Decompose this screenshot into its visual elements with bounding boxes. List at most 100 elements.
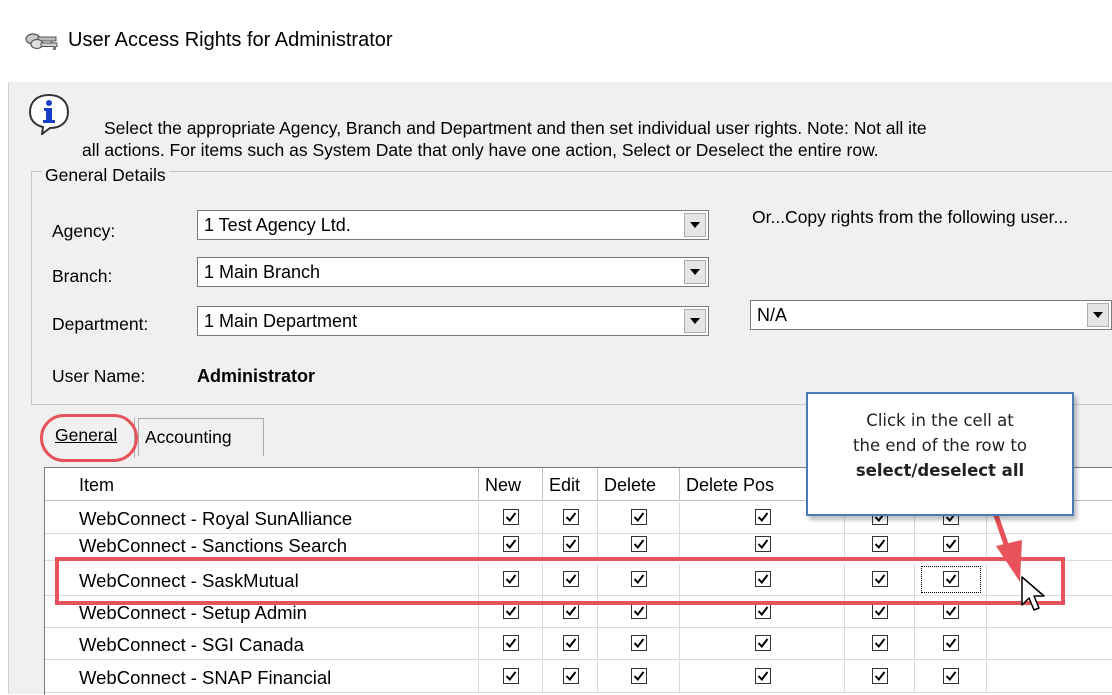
checkbox[interactable]: [872, 635, 888, 651]
checkmark-icon: [757, 606, 769, 617]
branch-dropdown-button[interactable]: [684, 260, 706, 284]
checkbox[interactable]: [872, 603, 888, 619]
rights-cell[interactable]: [915, 628, 987, 659]
rights-cell[interactable]: [543, 661, 598, 692]
checkbox[interactable]: [631, 536, 647, 552]
copy-rights-dropdown-button[interactable]: [1087, 303, 1109, 327]
checkmark-icon: [874, 539, 886, 550]
window-title: User Access Rights for Administrator: [68, 29, 393, 51]
checkbox[interactable]: [755, 635, 771, 651]
checkmark-icon: [874, 638, 886, 649]
column-header-delete[interactable]: Delete: [598, 468, 680, 501]
checkbox[interactable]: [755, 509, 771, 525]
tab-accounting[interactable]: Accounting: [138, 418, 264, 456]
column-header-item[interactable]: Item: [45, 468, 479, 501]
row-select-all-cell[interactable]: [987, 661, 1112, 692]
checkmark-icon: [565, 638, 577, 649]
checkmark-icon: [565, 606, 577, 617]
rights-cell[interactable]: [598, 661, 680, 692]
checkbox[interactable]: [755, 603, 771, 619]
checkmark-icon: [505, 512, 517, 523]
instructions-line-1: Select the appropriate Agency, Branch an…: [104, 118, 927, 138]
item-cell[interactable]: WebConnect - SGI Canada: [45, 628, 479, 659]
branch-select[interactable]: 1 Main Branch: [197, 257, 709, 287]
rights-cell[interactable]: [479, 628, 543, 659]
rights-cell[interactable]: [845, 661, 915, 692]
checkmark-icon: [633, 638, 645, 649]
checkbox[interactable]: [872, 668, 888, 684]
checkbox[interactable]: [503, 536, 519, 552]
table-row[interactable]: WebConnect - SGI Canada: [45, 628, 1112, 660]
item-name: WebConnect - SNAP Financial: [79, 667, 332, 688]
rights-cell[interactable]: [598, 628, 680, 659]
department-label: Department:: [52, 314, 149, 334]
checkbox[interactable]: [503, 668, 519, 684]
branch-value: 1 Main Branch: [204, 262, 321, 282]
checkbox[interactable]: [631, 509, 647, 525]
department-select[interactable]: 1 Main Department: [197, 306, 709, 336]
checkbox[interactable]: [563, 509, 579, 525]
checkbox[interactable]: [631, 603, 647, 619]
chevron-down-icon: [690, 269, 700, 275]
rights-cell[interactable]: [543, 529, 598, 560]
checkmark-icon: [945, 606, 957, 617]
rights-cell[interactable]: [479, 661, 543, 692]
chevron-down-icon: [1093, 312, 1103, 318]
checkmark-icon: [757, 638, 769, 649]
copy-rights-select[interactable]: N/A: [750, 300, 1112, 330]
checkmark-icon: [565, 539, 577, 550]
checkbox[interactable]: [563, 668, 579, 684]
instruction-callout: Click in the cell at the end of the row …: [806, 392, 1074, 516]
agency-dropdown-button[interactable]: [684, 213, 706, 237]
rights-cell[interactable]: [845, 628, 915, 659]
chevron-down-icon: [690, 222, 700, 228]
rights-cell[interactable]: [543, 628, 598, 659]
column-header-new[interactable]: New: [479, 468, 543, 501]
checkbox[interactable]: [503, 635, 519, 651]
callout-line-1: Click in the cell at: [866, 411, 1014, 430]
keys-icon: [25, 33, 58, 50]
item-name: WebConnect - Setup Admin: [79, 602, 307, 623]
department-dropdown-button[interactable]: [684, 309, 706, 333]
rights-cell[interactable]: [598, 529, 680, 560]
item-name: WebConnect - SGI Canada: [79, 634, 304, 655]
checkbox[interactable]: [943, 668, 959, 684]
checkbox[interactable]: [503, 509, 519, 525]
checkmark-icon: [505, 606, 517, 617]
copy-rights-value: N/A: [757, 305, 788, 325]
checkbox[interactable]: [503, 603, 519, 619]
rights-cell[interactable]: [845, 529, 915, 560]
checkbox[interactable]: [563, 635, 579, 651]
checkmark-icon: [633, 606, 645, 617]
agency-label: Agency:: [52, 221, 116, 241]
item-cell[interactable]: WebConnect - Sanctions Search: [45, 529, 479, 560]
rights-cell[interactable]: [915, 529, 987, 560]
checkmark-icon: [633, 539, 645, 550]
checkmark-icon: [565, 512, 577, 523]
rights-cell[interactable]: [680, 529, 845, 560]
general-details-legend: General Details: [42, 165, 169, 186]
rights-cell[interactable]: [479, 529, 543, 560]
checkbox[interactable]: [755, 536, 771, 552]
column-header-edit[interactable]: Edit: [543, 468, 598, 501]
checkmark-icon: [633, 512, 645, 523]
checkbox[interactable]: [872, 536, 888, 552]
rights-cell[interactable]: [680, 628, 845, 659]
rights-cell[interactable]: [680, 661, 845, 692]
tab-accounting-label: Accounting: [145, 427, 232, 447]
rights-cell[interactable]: [915, 661, 987, 692]
table-row[interactable]: WebConnect - SNAP Financial: [45, 661, 1112, 693]
checkbox[interactable]: [943, 536, 959, 552]
agency-select[interactable]: 1 Test Agency Ltd.: [197, 210, 709, 240]
checkbox[interactable]: [943, 603, 959, 619]
checkmark-icon: [757, 671, 769, 682]
item-cell[interactable]: WebConnect - SNAP Financial: [45, 661, 479, 692]
checkbox[interactable]: [631, 635, 647, 651]
checkbox[interactable]: [943, 635, 959, 651]
checkbox[interactable]: [563, 603, 579, 619]
item-name: WebConnect - Sanctions Search: [79, 535, 348, 556]
checkbox[interactable]: [631, 668, 647, 684]
checkbox[interactable]: [563, 536, 579, 552]
row-select-all-cell[interactable]: [987, 628, 1112, 659]
checkbox[interactable]: [755, 668, 771, 684]
